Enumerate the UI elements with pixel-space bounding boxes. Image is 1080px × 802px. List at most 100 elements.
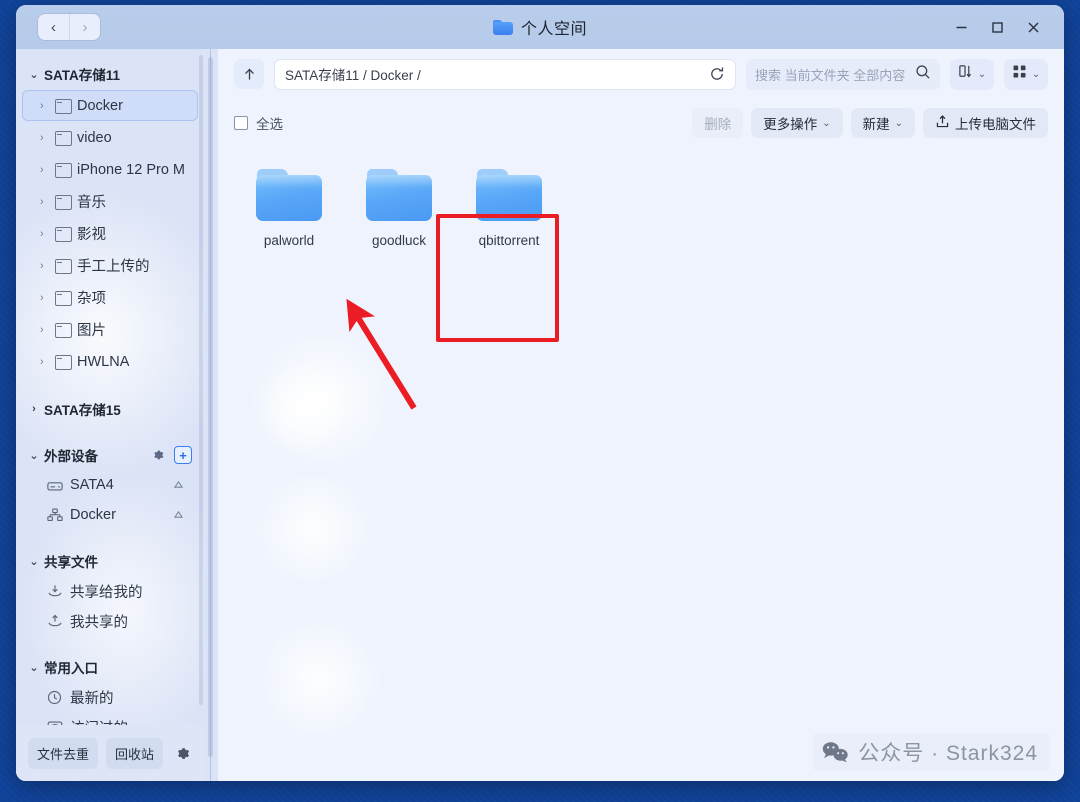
chevron-down-icon: ⌄ [29, 555, 39, 568]
folder-outline-icon [55, 227, 72, 242]
sort-icon [958, 64, 973, 85]
sidebar-section-label: SATA存储15 [44, 403, 121, 418]
sidebar-item-iphone[interactable]: › iPhone 12 Pro M [22, 154, 198, 185]
select-all-checkbox[interactable]: 全选 [234, 113, 283, 133]
folder-icon [366, 169, 432, 221]
sidebar-section-shared-files[interactable]: ⌄ 共享文件 [16, 546, 204, 576]
title-bar: ‹ › 个人空间 [16, 5, 1064, 49]
chevron-down-icon: ⌄ [29, 449, 39, 462]
eject-icon[interactable] [173, 480, 184, 491]
add-device-button[interactable]: + [174, 446, 192, 464]
sidebar-section-sata15[interactable]: › SATA存储15 [16, 394, 204, 424]
sidebar-item-label: Docker [77, 97, 123, 114]
more-actions-button[interactable]: 更多操作 ⌄ [751, 108, 843, 138]
back-button[interactable]: ‹ [38, 14, 69, 40]
refresh-icon[interactable] [709, 66, 725, 82]
sidebar-scrollbar[interactable] [199, 55, 203, 705]
search-placeholder: 搜索 当前文件夹 全部内容 [755, 67, 906, 83]
gear-icon[interactable] [151, 448, 165, 462]
dedupe-button[interactable]: 文件去重 [28, 737, 99, 769]
sidebar-item-label: 共享给我的 [70, 584, 143, 601]
search-icon[interactable] [915, 64, 931, 85]
recycle-bin-button[interactable]: 回收站 [106, 737, 164, 769]
upload-button[interactable]: 上传电脑文件 [923, 108, 1048, 138]
sidebar-item-hwlna[interactable]: › HWLNA [22, 346, 198, 377]
content-panel: SATA存储11 / Docker / 搜索 当前文件夹 全部内容 ⌄ ⌄ 全选… [218, 49, 1064, 781]
sidebar-item-recent[interactable]: 最新的 [22, 682, 198, 712]
new-button[interactable]: 新建 ⌄ [850, 108, 915, 138]
navigation-buttons: ‹ › [38, 14, 100, 40]
sidebar-section-external-devices[interactable]: ⌄ 外部设备 + [16, 440, 204, 470]
watermark: 公众号 · Stark324 [813, 733, 1050, 771]
sidebar-section-label: 共享文件 [44, 555, 98, 570]
file-item-palworld[interactable]: palworld [234, 155, 344, 248]
chevron-down-icon: ⌄ [822, 117, 831, 129]
file-grid-area[interactable]: palworld goodluck qbittorrent [218, 147, 1064, 781]
sidebar-item-music[interactable]: › 音乐 [22, 186, 198, 217]
clock-icon [46, 689, 63, 705]
sidebar-item-visited[interactable]: 访问过的 [22, 712, 198, 725]
maximize-icon[interactable] [980, 12, 1014, 42]
eject-icon[interactable] [173, 510, 184, 521]
upload-label: 上传电脑文件 [955, 117, 1036, 132]
forward-button[interactable]: › [69, 14, 100, 40]
sidebar-item-sata4[interactable]: SATA4 [22, 470, 198, 500]
sidebar-scroll-area[interactable]: ⌄ SATA存储11 › Docker › video › iPhone 12 … [16, 49, 204, 725]
gear-icon[interactable] [171, 742, 193, 764]
folder-outline-icon [55, 323, 72, 338]
sidebar-section-label: 常用入口 [44, 661, 98, 676]
sidebar-item-docker[interactable]: › Docker [22, 90, 198, 121]
drive-icon [46, 477, 63, 493]
sidebar-item-my-shares[interactable]: 我共享的 [22, 606, 198, 636]
window-controls [944, 12, 1050, 42]
folder-outline-icon [55, 195, 72, 210]
share-in-icon [46, 583, 63, 599]
content-scrollbar[interactable] [208, 57, 213, 757]
sidebar-item-label: SATA4 [70, 477, 114, 493]
search-input[interactable]: 搜索 当前文件夹 全部内容 [746, 58, 940, 90]
path-breadcrumb-input[interactable]: SATA存储11 / Docker / [274, 58, 736, 90]
checkbox-icon[interactable] [234, 116, 248, 130]
chevron-right-icon: › [40, 131, 44, 144]
sidebar-item-manual-upload[interactable]: › 手工上传的 [22, 250, 198, 281]
sidebar-item-shared-with-me[interactable]: 共享给我的 [22, 576, 198, 606]
folder-outline-icon [55, 259, 72, 274]
sidebar-item-video[interactable]: › video [22, 122, 198, 153]
folder-icon [492, 19, 513, 35]
breadcrumb: SATA存储11 / Docker / [285, 68, 421, 83]
view-mode-button[interactable]: ⌄ [1004, 58, 1048, 90]
file-item-qbittorrent[interactable]: qbittorrent [454, 155, 564, 248]
folder-outline-icon [55, 163, 72, 178]
folder-icon [256, 169, 322, 221]
sidebar-divider [204, 49, 218, 781]
sidebar: ⌄ SATA存储11 › Docker › video › iPhone 12 … [16, 49, 204, 781]
new-label: 新建 [862, 117, 890, 132]
sidebar-item-label: Docker [70, 507, 116, 523]
sidebar-section-sata11[interactable]: ⌄ SATA存储11 [16, 59, 204, 89]
close-icon[interactable] [1016, 12, 1050, 42]
section-actions: + [151, 446, 192, 464]
sidebar-item-label: 最新的 [70, 690, 114, 707]
sidebar-item-pictures[interactable]: › 图片 [22, 314, 198, 345]
delete-button[interactable]: 删除 [692, 108, 744, 138]
wechat-icon [821, 741, 849, 763]
chevron-down-icon: ⌄ [1031, 68, 1041, 80]
more-actions-label: 更多操作 [763, 117, 818, 132]
chevron-right-icon: › [40, 355, 44, 368]
sidebar-item-misc[interactable]: › 杂项 [22, 282, 198, 313]
sidebar-footer: 文件去重 回收站 [16, 725, 204, 781]
sidebar-item-docker-device[interactable]: Docker [22, 500, 198, 530]
sidebar-item-movies[interactable]: › 影视 [22, 218, 198, 249]
chevron-down-icon: ⌄ [894, 117, 903, 129]
sort-button[interactable]: ⌄ [950, 58, 994, 90]
folder-icon [476, 169, 542, 221]
file-label: qbittorrent [478, 233, 540, 248]
file-item-goodluck[interactable]: goodluck [344, 155, 454, 248]
window-title-group: 个人空间 [16, 15, 1064, 39]
minimize-icon[interactable] [944, 12, 978, 42]
sidebar-section-common-entries[interactable]: ⌄ 常用入口 [16, 652, 204, 682]
up-directory-button[interactable] [234, 59, 264, 89]
